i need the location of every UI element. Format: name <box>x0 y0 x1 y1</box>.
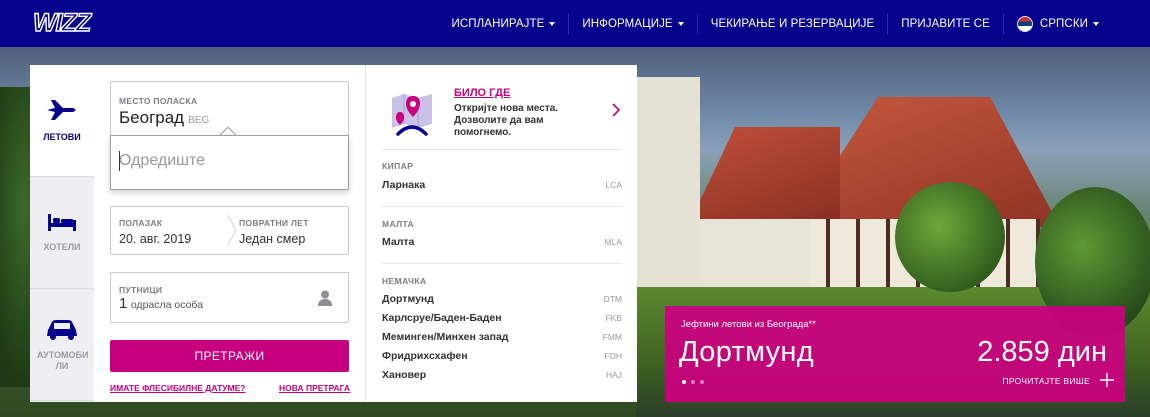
caret-down-icon <box>677 21 684 26</box>
bed-icon <box>48 214 76 231</box>
tab-hotels[interactable]: ХОТЕЛИ <box>30 177 94 289</box>
tab-cars[interactable]: АУТОМОБИ ЛИ <box>30 289 94 401</box>
language-selector[interactable]: СРПСКИ <box>1002 12 1112 35</box>
tab-label: ХОТЕЛИ <box>43 242 81 252</box>
anywhere-text: Откријте нова места. Дозволите да вам по… <box>454 103 559 138</box>
carousel-dot[interactable] <box>682 380 686 384</box>
person-icon <box>318 290 332 306</box>
outbound-date-field[interactable]: ПОЛАЗАК 20. авг. 2019 <box>111 207 231 254</box>
flight-search-panel: МЕСТО ПОЛАСКА БеоградBEG ПОЛАЗАК 20. авг… <box>94 65 365 402</box>
country-heading: КИПАР <box>382 161 414 171</box>
tab-label: АУТОМОБИ ЛИ <box>37 349 89 371</box>
nav-item-plan[interactable]: ИСПЛАНИРАЈТЕ <box>439 13 569 35</box>
carousel-dot[interactable] <box>700 380 704 384</box>
plane-icon <box>47 100 76 120</box>
promo-city: Дортмунд <box>679 336 814 368</box>
departure-code: BEG <box>188 115 210 126</box>
divider <box>382 206 622 207</box>
country-heading: МАЛТА <box>382 219 415 229</box>
plus-icon[interactable] <box>1099 372 1115 388</box>
svg-text:WIZZ: WIZZ <box>33 9 93 37</box>
flexible-dates-link[interactable]: ИМАТЕ ФЛЕСИБИЛНЕ ДАТУМЕ? <box>110 383 246 393</box>
text-cursor <box>119 151 120 171</box>
nav-item-sign-in[interactable]: ПРИЈАВИТЕ СЕ <box>887 12 1003 35</box>
search-button[interactable]: ПРЕТРАЖИ <box>110 340 349 372</box>
nav-menu: ИСПЛАНИРАЈТЕ ИНФОРМАЦИЈЕ ЧЕКИРАЊЕ И РЕЗЕ… <box>439 0 1112 47</box>
product-tabs: ЛЕТОВИ ХОТЕЛИ АУТОМОБИ ЛИ <box>30 65 94 402</box>
list-item[interactable]: Дортмунд DTM <box>382 293 622 305</box>
anywhere-option[interactable]: БИЛО ГДЕ Откријте нова места. Дозволите … <box>366 65 637 149</box>
tab-label: ЛЕТОВИ <box>43 132 81 142</box>
tab-flights[interactable]: ЛЕТОВИ <box>30 65 94 177</box>
passengers-count: 1 <box>119 295 128 312</box>
dates-field: ПОЛАЗАК 20. авг. 2019 ПОВРАТНИ ЛЕТ Један… <box>110 206 349 255</box>
caret-down-icon <box>1093 21 1099 26</box>
return-date-field[interactable]: ПОВРАТНИ ЛЕТ Један смер <box>231 207 350 254</box>
anywhere-title: БИЛО ГДЕ <box>454 87 511 99</box>
nav-item-checkin[interactable]: ЧЕКИРАЊЕ И РЕЗЕРВАЦИЈЕ <box>696 12 888 35</box>
list-item[interactable]: Ларнака LCA <box>382 179 622 191</box>
serbian-flag-icon <box>1016 15 1033 32</box>
carousel-dots <box>682 380 704 384</box>
list-item[interactable]: Малта MLA <box>382 236 622 248</box>
destination-input[interactable] <box>119 152 339 170</box>
passengers-field[interactable]: ПУТНИЦИ 1 одрасла особа <box>110 272 349 323</box>
promo-card[interactable]: Јефтини летови из Београда** Дортмунд 2.… <box>665 306 1125 402</box>
nav-item-information[interactable]: ИНФОРМАЦИЈЕ <box>568 12 696 35</box>
passengers-text: одрасла особа <box>130 299 204 311</box>
list-item[interactable]: Карлсруе/Баден-Баден FKB <box>382 312 622 324</box>
promo-label: Јефтини летови из Београда** <box>681 319 816 330</box>
country-heading: НЕМАЧКА <box>382 276 427 286</box>
destination-suggestions: БИЛО ГДЕ Откријте нова места. Дозволите … <box>365 65 637 402</box>
divider <box>382 263 622 264</box>
chevron-right-icon <box>612 103 620 117</box>
read-more-link[interactable]: ПРОЧИТАЈТЕ ВИШЕ <box>1002 376 1090 386</box>
map-pin-icon <box>392 94 432 136</box>
list-item[interactable]: Хановер HAJ <box>382 369 622 381</box>
new-search-link[interactable]: НОВА ПРЕТРАГА <box>279 383 350 393</box>
promo-price: 2.859 дин <box>977 336 1107 368</box>
carousel-dot[interactable] <box>691 380 695 384</box>
car-icon <box>47 319 77 340</box>
top-navigation-bar: WIZZ ИСПЛАНИРАЈТЕ ИНФОРМАЦИЈЕ ЧЕКИРАЊЕ И… <box>0 0 1150 47</box>
wizz-logo[interactable]: WIZZ <box>33 7 99 39</box>
list-item[interactable]: Фридрихсхафен FDH <box>382 350 622 362</box>
divider <box>382 149 622 150</box>
list-item[interactable]: Меминген/Минхен запад FMM <box>382 331 622 343</box>
destination-field[interactable] <box>110 135 349 190</box>
caret-down-icon <box>549 21 556 26</box>
departure-city: Београд <box>119 108 185 127</box>
